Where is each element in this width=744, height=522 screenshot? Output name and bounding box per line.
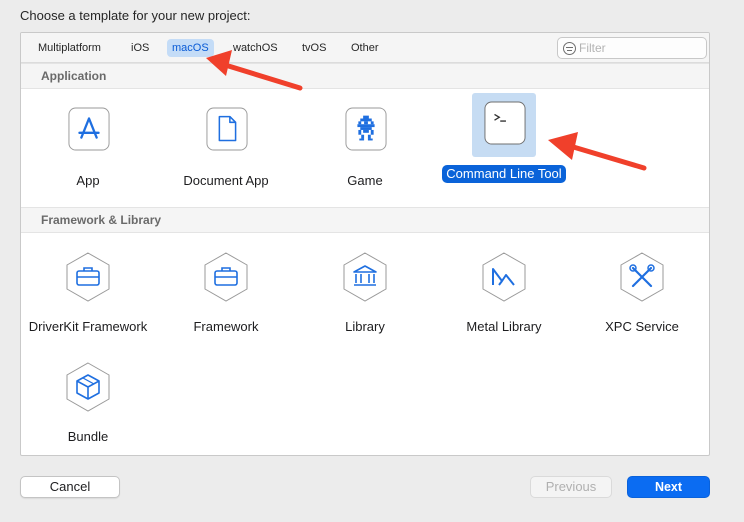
template-app[interactable]: App <box>23 99 153 189</box>
template-xpc-service[interactable]: XPC Service <box>577 245 707 335</box>
section-header-application: Application <box>21 63 709 89</box>
template-label: Metal Library <box>466 319 542 334</box>
section-header-framework-library: Framework & Library <box>21 207 709 233</box>
platform-tab-bar: Multiplatform iOS macOS watchOS tvOS Oth… <box>21 33 709 63</box>
template-chooser-sheet: Choose a template for your new project: … <box>0 0 728 512</box>
toolbox-icon <box>66 252 110 302</box>
tools-icon <box>620 252 664 302</box>
document-icon <box>206 107 248 151</box>
app-store-icon <box>68 107 110 151</box>
template-document-app[interactable]: Document App <box>161 99 291 189</box>
filter-icon <box>563 42 576 55</box>
tab-multiplatform[interactable]: Multiplatform <box>33 39 106 57</box>
template-label: Library <box>345 319 385 334</box>
game-icon <box>345 107 387 151</box>
template-metal-library[interactable]: Metal Library <box>439 245 569 335</box>
template-bundle[interactable]: Bundle <box>23 355 153 445</box>
template-label: XPC Service <box>605 319 679 334</box>
previous-button[interactable]: Previous <box>530 476 612 498</box>
template-library[interactable]: Library <box>300 245 430 335</box>
template-label: App <box>76 173 100 188</box>
annotation-arrow-icon <box>548 132 647 171</box>
dialog-heading: Choose a template for your new project: <box>20 8 251 23</box>
bundle-icon <box>66 362 110 412</box>
metal-icon <box>482 252 526 302</box>
annotation-arrow-icon <box>206 50 303 91</box>
template-label: DriverKit Framework <box>28 319 148 334</box>
tab-ios[interactable]: iOS <box>126 39 154 57</box>
terminal-icon <box>484 101 526 145</box>
template-label: Document App <box>183 173 269 188</box>
template-game[interactable]: Game <box>300 99 430 189</box>
filter-input[interactable] <box>579 40 699 56</box>
toolbox-icon <box>204 252 248 302</box>
template-panel: Multiplatform iOS macOS watchOS tvOS Oth… <box>20 32 710 456</box>
template-framework[interactable]: Framework <box>161 245 291 335</box>
template-label: Framework <box>193 319 259 334</box>
library-icon <box>343 252 387 302</box>
filter-field[interactable] <box>557 37 707 59</box>
template-label: Game <box>347 173 383 188</box>
cancel-button[interactable]: Cancel <box>20 476 120 498</box>
tab-other[interactable]: Other <box>346 39 384 57</box>
next-button[interactable]: Next <box>627 476 710 498</box>
template-driverkit-framework[interactable]: DriverKit Framework <box>23 245 153 335</box>
template-label: Bundle <box>67 429 109 444</box>
